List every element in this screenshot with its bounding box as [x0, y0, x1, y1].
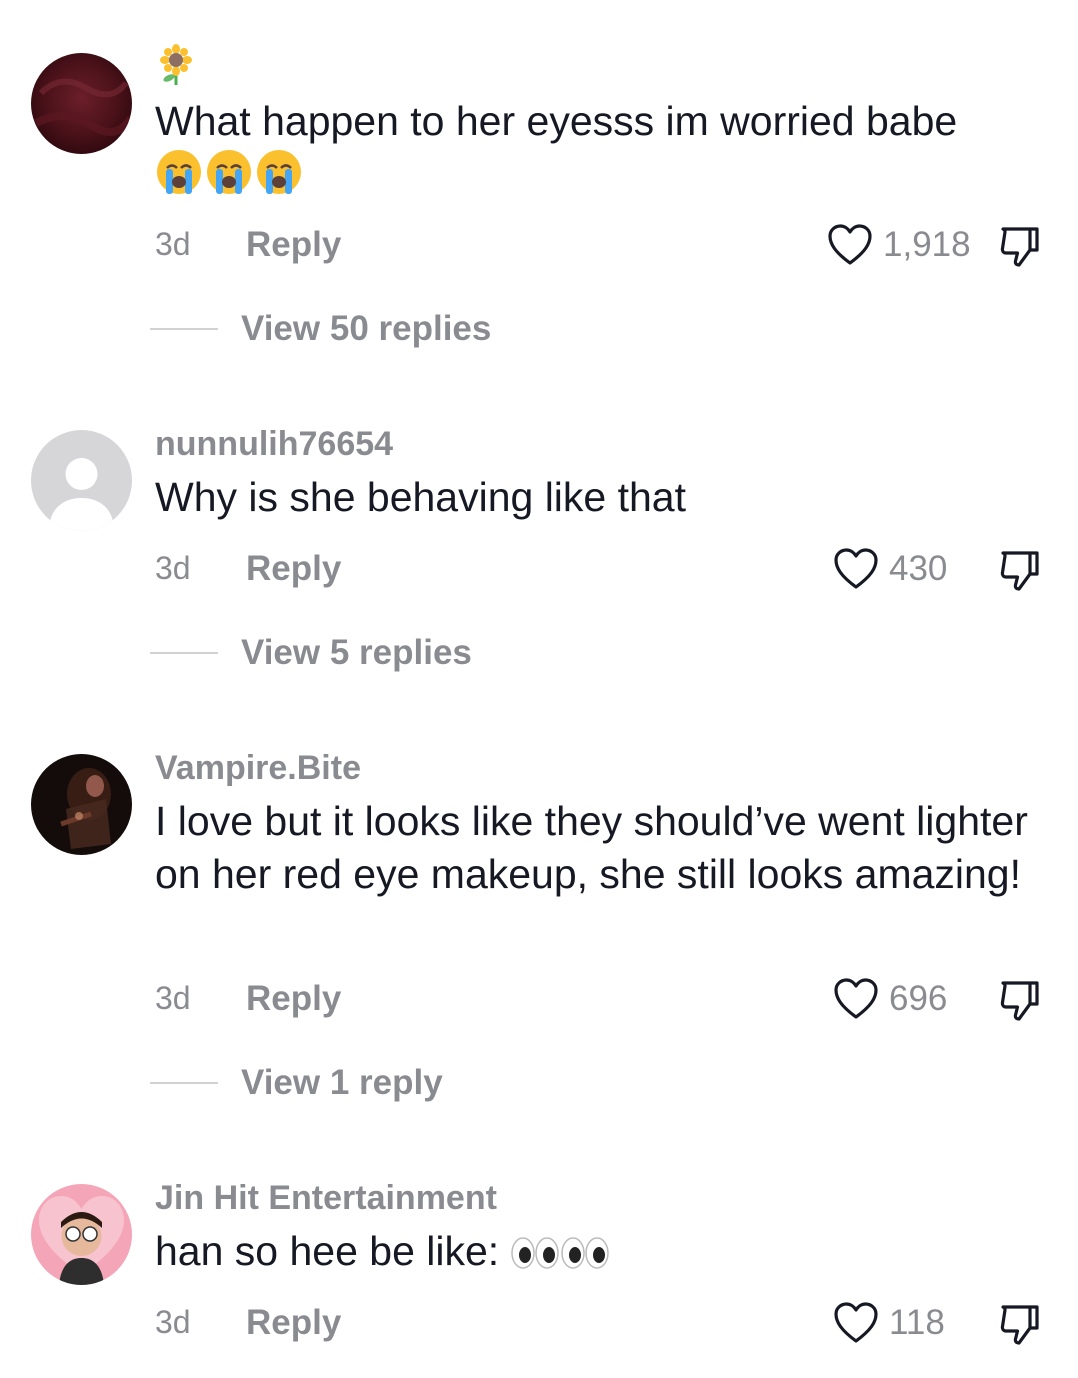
comment-timestamp: 3d [155, 1304, 191, 1340]
loudly-crying-face-icon [155, 148, 303, 209]
reply-button[interactable]: Reply [246, 225, 341, 265]
comment-timestamp: 3d [155, 226, 191, 262]
like-count: 118 [889, 1303, 945, 1342]
view-replies-button[interactable]: View 1 reply [150, 1063, 443, 1103]
dislike-icon[interactable] [997, 978, 1041, 1022]
reply-divider [150, 652, 218, 654]
reply-button[interactable]: Reply [246, 1303, 341, 1343]
eyes-icon [510, 1233, 611, 1286]
avatar[interactable] [31, 754, 132, 855]
avatar[interactable] [31, 430, 132, 531]
like-button[interactable]: 1,918 [827, 223, 971, 267]
like-count: 430 [889, 549, 948, 588]
view-replies-label: View 1 reply [241, 1063, 443, 1102]
comment-timestamp: 3d [155, 980, 191, 1016]
reply-button[interactable]: Reply [246, 979, 341, 1019]
avatar[interactable] [31, 1184, 132, 1285]
view-replies-label: View 50 replies [241, 309, 492, 348]
sunflower-icon [158, 44, 194, 85]
reply-divider [150, 1082, 218, 1084]
dislike-icon[interactable] [997, 1302, 1041, 1346]
view-replies-button[interactable]: View 5 replies [150, 633, 472, 673]
comment-text: han so hee be like: [155, 1225, 1035, 1286]
dislike-icon[interactable] [997, 224, 1041, 268]
comment-text: I love but it looks like they should’ve … [155, 798, 1028, 897]
like-button[interactable]: 430 [833, 547, 947, 591]
heart-icon [834, 548, 878, 589]
heart-icon [834, 1302, 878, 1343]
comment-username[interactable]: nunnulih76654 [155, 425, 393, 464]
reply-divider [150, 328, 218, 330]
heart-icon [834, 978, 878, 1019]
like-count: 696 [889, 979, 948, 1018]
view-replies-label: View 5 replies [241, 633, 472, 672]
avatar[interactable] [31, 53, 132, 154]
view-replies-button[interactable]: View 50 replies [150, 309, 491, 349]
like-button[interactable]: 118 [833, 1301, 945, 1345]
comment-text: What happen to her eyesss im worried bab… [155, 95, 1035, 209]
heart-icon [828, 224, 872, 265]
comment-text: Why is she behaving like that [155, 474, 686, 520]
like-button[interactable]: 696 [833, 977, 947, 1021]
comment-username[interactable]: Vampire.Bite [155, 749, 361, 788]
dislike-icon[interactable] [997, 548, 1041, 592]
like-count: 1,918 [883, 225, 971, 264]
reply-button[interactable]: Reply [246, 549, 341, 589]
comment-username[interactable]: Jin Hit Entertainment [155, 1179, 497, 1218]
comment-timestamp: 3d [155, 550, 191, 586]
